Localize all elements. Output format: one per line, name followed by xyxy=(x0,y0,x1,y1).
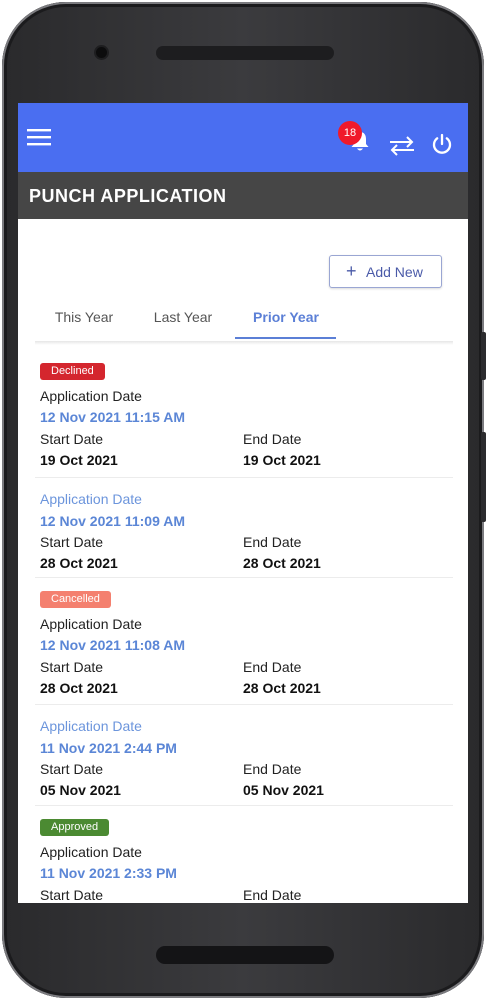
start-date-value: 19 Oct 2021 xyxy=(40,452,118,468)
side-button xyxy=(481,332,486,380)
status-badge: Cancelled xyxy=(40,591,111,608)
bottom-bar xyxy=(156,946,334,964)
status-badge: Declined xyxy=(40,363,105,380)
start-date-value: 28 Oct 2021 xyxy=(40,680,118,696)
app-screen: 18 PUNCH APPLICATION + Add New This Year… xyxy=(18,103,468,903)
application-date-label: Application Date xyxy=(40,491,142,507)
camera xyxy=(96,47,107,58)
tab-last-year[interactable]: Last Year xyxy=(143,303,223,341)
list-item[interactable]: Application Date 12 Nov 2021 11:09 AM St… xyxy=(35,478,453,578)
start-date-label: Start Date xyxy=(40,761,104,777)
app-bar: 18 xyxy=(18,103,468,172)
tabs-divider xyxy=(35,341,453,345)
application-date-label: Application Date xyxy=(40,844,142,860)
power-icon[interactable] xyxy=(431,133,453,155)
start-date-value: 28 Oct 2021 xyxy=(40,555,118,571)
year-tabs: This Year Last Year Prior Year xyxy=(35,303,453,343)
notification-count-badge: 18 xyxy=(338,121,362,145)
application-date-label: Application Date xyxy=(40,718,142,734)
end-date-label: End Date xyxy=(243,659,302,675)
list-item[interactable]: Declined Application Date 12 Nov 2021 11… xyxy=(35,350,453,478)
start-date-label: Start Date xyxy=(40,431,104,447)
application-date-value: 11 Nov 2021 2:33 PM xyxy=(40,865,177,881)
end-date-value: 28 Oct 2021 xyxy=(243,680,321,696)
application-date-label: Application Date xyxy=(40,388,142,404)
start-date-value: 05 Nov 2021 xyxy=(40,782,121,798)
application-date-value: 12 Nov 2021 11:09 AM xyxy=(40,513,186,529)
start-date-label: Start Date xyxy=(40,659,104,675)
application-list: Declined Application Date 12 Nov 2021 11… xyxy=(35,350,453,903)
speaker-grille xyxy=(156,46,334,60)
list-item[interactable]: Application Date 11 Nov 2021 2:44 PM Sta… xyxy=(35,705,453,806)
application-date-value: 12 Nov 2021 11:08 AM xyxy=(40,637,186,653)
end-date-value: 19 Oct 2021 xyxy=(243,452,321,468)
start-date-label: Start Date xyxy=(40,887,104,903)
switch-arrows-icon[interactable] xyxy=(389,135,415,157)
add-new-label: Add New xyxy=(366,264,423,280)
plus-icon: + xyxy=(346,261,357,281)
tab-prior-year[interactable]: Prior Year xyxy=(241,303,331,341)
end-date-label: End Date xyxy=(243,534,302,550)
list-item[interactable]: Cancelled Application Date 12 Nov 2021 1… xyxy=(35,578,453,705)
side-button xyxy=(481,432,486,522)
application-date-value: 11 Nov 2021 2:44 PM xyxy=(40,740,177,756)
start-date-label: Start Date xyxy=(40,534,104,550)
menu-icon[interactable] xyxy=(27,127,51,147)
end-date-label: End Date xyxy=(243,761,302,777)
application-date-value: 12 Nov 2021 11:15 AM xyxy=(40,409,186,425)
end-date-label: End Date xyxy=(243,431,302,447)
application-date-label: Application Date xyxy=(40,616,142,632)
list-item[interactable]: Approved Application Date 11 Nov 2021 2:… xyxy=(35,806,453,903)
end-date-value: 05 Nov 2021 xyxy=(243,782,324,798)
page-title-bar: PUNCH APPLICATION xyxy=(18,172,468,219)
tab-this-year[interactable]: This Year xyxy=(44,303,124,341)
active-tab-indicator xyxy=(235,337,336,339)
add-new-button[interactable]: + Add New xyxy=(329,255,442,288)
status-badge: Approved xyxy=(40,819,110,836)
page-title: PUNCH APPLICATION xyxy=(29,186,227,206)
end-date-label: End Date xyxy=(243,887,302,903)
end-date-value: 28 Oct 2021 xyxy=(243,555,321,571)
